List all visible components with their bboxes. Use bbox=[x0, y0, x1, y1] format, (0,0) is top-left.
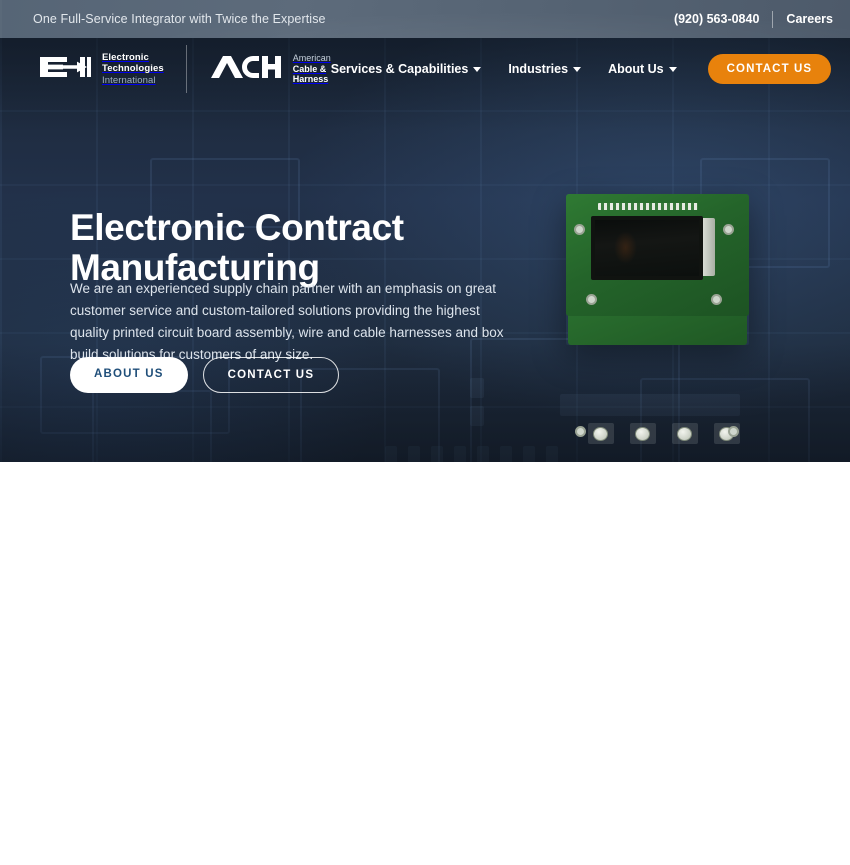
main-navigation: Services & Capabilities Industries About… bbox=[331, 54, 832, 84]
pcb-header-pins bbox=[598, 203, 698, 210]
nav-item-industries[interactable]: Industries bbox=[508, 62, 582, 76]
chevron-down-icon bbox=[668, 66, 677, 72]
nav-label: About Us bbox=[608, 62, 664, 76]
nav-item-services-capabilities[interactable]: Services & Capabilities bbox=[331, 62, 482, 76]
ach-line-1: American bbox=[292, 52, 331, 63]
logo-divider bbox=[185, 45, 187, 93]
eti-logo[interactable]: Electronic Technologies International bbox=[37, 52, 164, 87]
utility-bar: One Full-Service Integrator with Twice t… bbox=[0, 0, 850, 38]
careers-link[interactable]: Careers bbox=[786, 12, 833, 26]
logo-group: Electronic Technologies International Am… bbox=[37, 45, 331, 93]
site-header: Electronic Technologies International Am… bbox=[0, 38, 850, 100]
hero-title: Electronic Contract Manufacturing bbox=[70, 207, 404, 289]
ach-line-2: Cable & bbox=[292, 63, 327, 74]
divider bbox=[772, 10, 774, 28]
eti-wordmark: Electronic Technologies International bbox=[102, 52, 164, 86]
nav-label: Industries bbox=[508, 62, 569, 76]
pcb-main-board bbox=[566, 194, 749, 316]
ach-line-3: Harness bbox=[292, 74, 329, 85]
eti-line-1: Electronic bbox=[102, 52, 149, 64]
eti-line-2: Technologies bbox=[102, 63, 164, 75]
tagline: One Full-Service Integrator with Twice t… bbox=[33, 12, 326, 26]
ach-mark-icon bbox=[209, 52, 283, 87]
nav-item-about-us[interactable]: About Us bbox=[608, 62, 677, 76]
eti-line-3: International bbox=[102, 74, 156, 86]
lcd-display bbox=[591, 216, 703, 280]
chevron-down-icon bbox=[573, 66, 582, 72]
hero-description: We are an experienced supply chain partn… bbox=[70, 281, 504, 362]
hero-pcb-image bbox=[566, 194, 749, 444]
ach-wordmark: American Cable & Harness bbox=[293, 53, 331, 85]
hero-about-us-button[interactable]: ABOUT US bbox=[70, 357, 188, 393]
phone-link[interactable]: (920) 563-0840 bbox=[674, 12, 759, 26]
header-contact-us-button[interactable]: CONTACT US bbox=[707, 54, 832, 84]
utility-bar-links: (920) 563-0840 Careers bbox=[674, 10, 833, 28]
eti-mark-icon bbox=[37, 52, 93, 87]
lcd-connector bbox=[703, 218, 715, 276]
hero-section: Electronic Technologies International Am… bbox=[0, 38, 850, 462]
ach-logo[interactable]: American Cable & Harness bbox=[209, 52, 331, 87]
nav-label: Services & Capabilities bbox=[330, 62, 469, 76]
hero-contact-us-button[interactable]: CONTACT US bbox=[202, 357, 340, 393]
chevron-down-icon bbox=[473, 66, 482, 72]
hero-button-group: ABOUT US CONTACT US bbox=[70, 357, 340, 393]
